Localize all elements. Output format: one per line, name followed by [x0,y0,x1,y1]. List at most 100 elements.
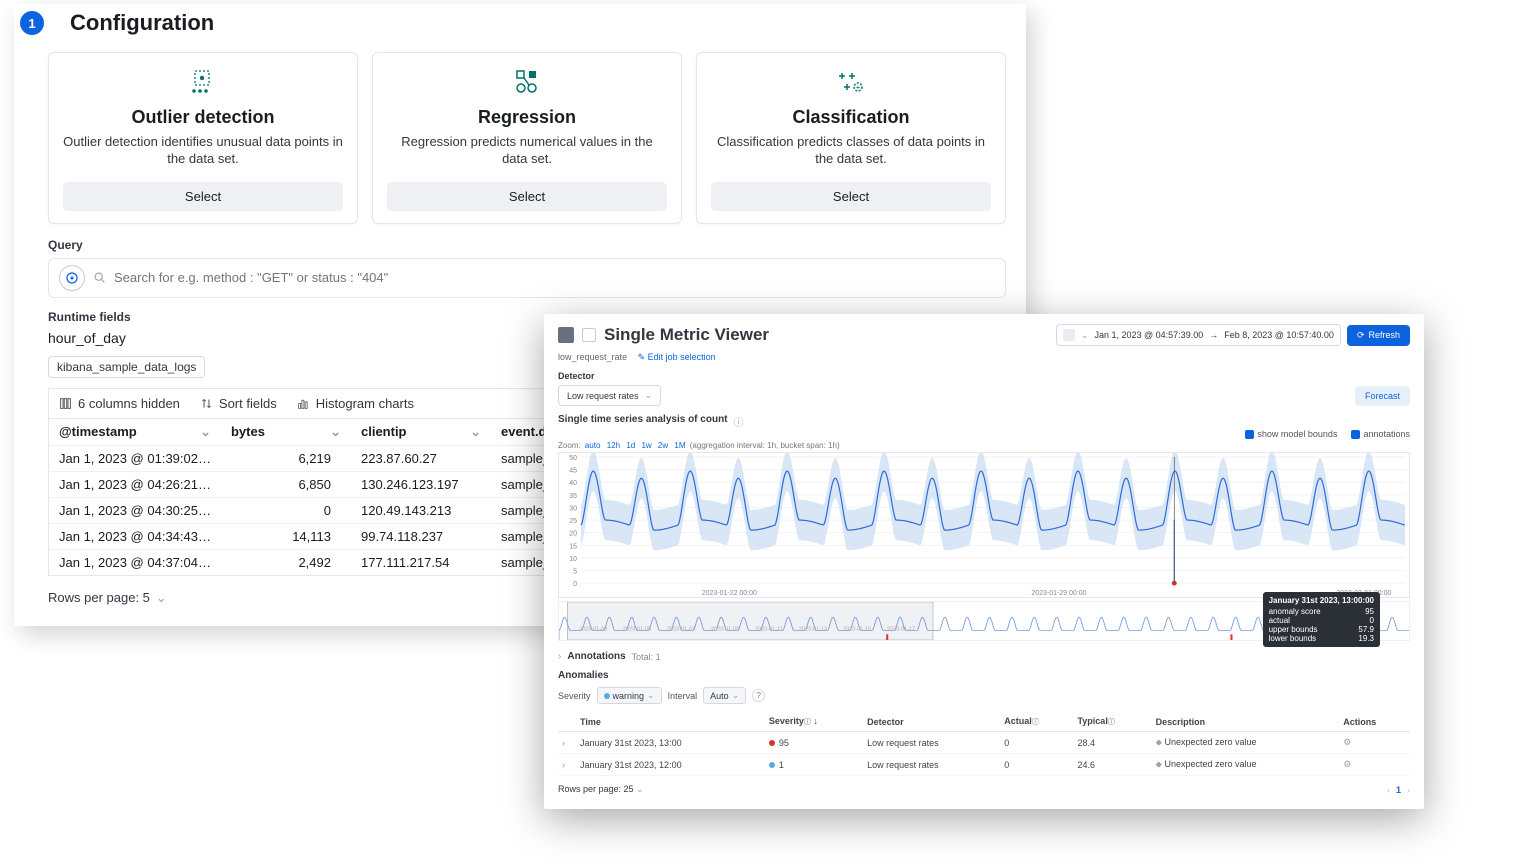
next-page[interactable]: › [1407,785,1410,795]
refresh-button[interactable]: ⟳ Refresh [1347,325,1410,346]
zoom-auto[interactable]: auto [585,441,601,450]
card-title: Regression [478,107,576,128]
zoom-2w[interactable]: 2w [658,441,668,450]
anomaly-row[interactable]: ›January 31st 2023, 13:0095Low request r… [558,732,1410,754]
anom-rows-per-page[interactable]: Rows per page: 25 ⌄ [558,784,644,795]
columns-hidden-label: 6 columns hidden [78,396,180,411]
classification-icon: + [836,69,866,99]
query-label: Query [48,238,1006,252]
histogram-button[interactable]: Histogram charts [297,396,414,411]
svg-text:0: 0 [573,581,577,588]
outlier-icon [188,69,218,99]
card-title: Classification [792,107,909,128]
interval-label: Interval [668,691,698,701]
query-input[interactable] [114,270,995,285]
svg-text:2023-01-17: 2023-01-17 [887,627,915,633]
col-timestamp[interactable]: @timestamp⌄ [49,418,221,445]
query-bar [48,258,1006,298]
columns-icon [59,397,72,410]
anomalies-table: Time Severityⓘ ↓ Detector Actualⓘ Typica… [558,712,1410,776]
select-outlier-button[interactable]: Select [63,182,343,211]
svg-text:2023-01-03: 2023-01-03 [579,627,607,633]
detector-select[interactable]: Low request rates⌄ [558,385,661,406]
select-classification-button[interactable]: Select [711,182,991,211]
data-view-tag[interactable]: kibana_sample_data_logs [48,356,205,378]
zoom-1m[interactable]: 1M [674,441,685,450]
series-title: Single time series analysis of count [558,414,728,425]
columns-hidden-button[interactable]: 6 columns hidden [59,396,180,411]
zoom-1w[interactable]: 1w [641,441,651,450]
svg-text:2023-01-05: 2023-01-05 [623,627,651,633]
col-bytes[interactable]: bytes⌄ [221,418,351,445]
col-severity[interactable]: Severityⓘ ↓ [765,712,863,732]
svg-text:30: 30 [569,506,577,513]
viewer-title: Single Metric Viewer [604,325,769,345]
sort-label: Sort fields [219,396,277,411]
svg-text:40: 40 [569,480,577,487]
col-actions[interactable]: Actions [1339,712,1410,732]
svg-text:5: 5 [573,569,577,576]
secondary-icon [582,328,596,342]
page-number[interactable]: 1 [1396,785,1401,795]
col-typical[interactable]: Typicalⓘ [1073,712,1151,732]
svg-text:2023-01-09: 2023-01-09 [711,627,739,633]
card-classification: + Classification Classification predicts… [696,52,1006,224]
svg-text:35: 35 [569,493,577,500]
svg-text:2023-01-15: 2023-01-15 [843,627,871,633]
single-metric-viewer-panel: Single Metric Viewer ⌄ Jan 1, 2023 @ 04:… [544,314,1424,809]
svg-text:2023-01-07: 2023-01-07 [667,627,695,633]
refresh-icon: ⟳ [1357,330,1365,341]
svg-text:2023-01-11: 2023-01-11 [755,627,783,633]
main-chart[interactable]: 051015202530354045502023-01-22 00:002023… [558,452,1410,598]
calendar-icon [1063,329,1075,341]
annotations-section[interactable]: › Annotations Total: 1 [558,651,1410,662]
zoom-12h[interactable]: 12h [607,441,620,450]
card-desc: Outlier detection identifies unusual dat… [63,134,343,168]
zoom-1d[interactable]: 1d [626,441,635,450]
severity-filter[interactable]: warning⌄ [597,687,662,704]
search-icon [93,271,106,284]
anomalies-label: Anomalies [558,670,1410,681]
svg-text:2023-01-29 00:00: 2023-01-29 00:00 [1031,590,1086,597]
actions-icon[interactable]: ⚙ [1343,737,1351,747]
svg-text:10: 10 [569,556,577,563]
edit-job-link[interactable]: ✎ Edit job selection [638,352,716,362]
annotations-toggle[interactable]: annotations [1351,429,1410,439]
date-from: Jan 1, 2023 @ 04:57:39.00 [1094,330,1203,340]
info-icon[interactable]: ⓘ [734,414,744,429]
svg-text:+: + [856,83,861,92]
actions-icon[interactable]: ⚙ [1343,759,1351,769]
col-detector[interactable]: Detector [863,712,1000,732]
col-description[interactable]: Description [1152,712,1340,732]
severity-label: Severity [558,691,591,701]
job-id: low_request_rate [558,352,627,362]
svg-text:2023-01-22 00:00: 2023-01-22 00:00 [702,590,757,597]
interval-filter[interactable]: Auto⌄ [703,687,746,704]
chevron-down-icon: ⌄ [1081,330,1089,341]
card-regression: Regression Regression predicts numerical… [372,52,682,224]
col-time[interactable]: Time [576,712,765,732]
svg-text:45: 45 [569,468,577,475]
zoom-row: Zoom: auto 12h 1d 1w 2w 1M (aggregation … [558,441,1410,450]
card-desc: Classification predicts classes of data … [711,134,991,168]
prev-page[interactable]: ‹ [1387,785,1390,795]
col-clientip[interactable]: clientip⌄ [351,418,491,445]
select-regression-button[interactable]: Select [387,182,667,211]
help-icon[interactable]: ? [752,689,765,702]
svg-text:2023-01-13: 2023-01-13 [799,627,827,633]
show-model-bounds-toggle[interactable]: show model bounds [1245,429,1337,439]
app-icon [558,327,574,343]
svg-text:25: 25 [569,518,577,525]
forecast-button[interactable]: Forecast [1355,386,1410,406]
card-outlier: Outlier detection Outlier detection iden… [48,52,358,224]
sort-button[interactable]: Sort fields [200,396,277,411]
date-picker[interactable]: ⌄ Jan 1, 2023 @ 04:57:39.00 → Feb 8, 202… [1056,324,1341,346]
col-actual[interactable]: Actualⓘ [1000,712,1073,732]
page-title: Configuration [70,10,214,36]
anomaly-row[interactable]: ›January 31st 2023, 12:001Low request ra… [558,754,1410,776]
overview-chart[interactable]: 2023-01-03 2023-01-05 2023-01-07 2023-01-09… [558,601,1410,641]
detector-label: Detector [558,371,1410,381]
svg-text:50: 50 [569,455,577,462]
card-title: Outlier detection [131,107,274,128]
kql-toggle[interactable] [59,265,85,291]
